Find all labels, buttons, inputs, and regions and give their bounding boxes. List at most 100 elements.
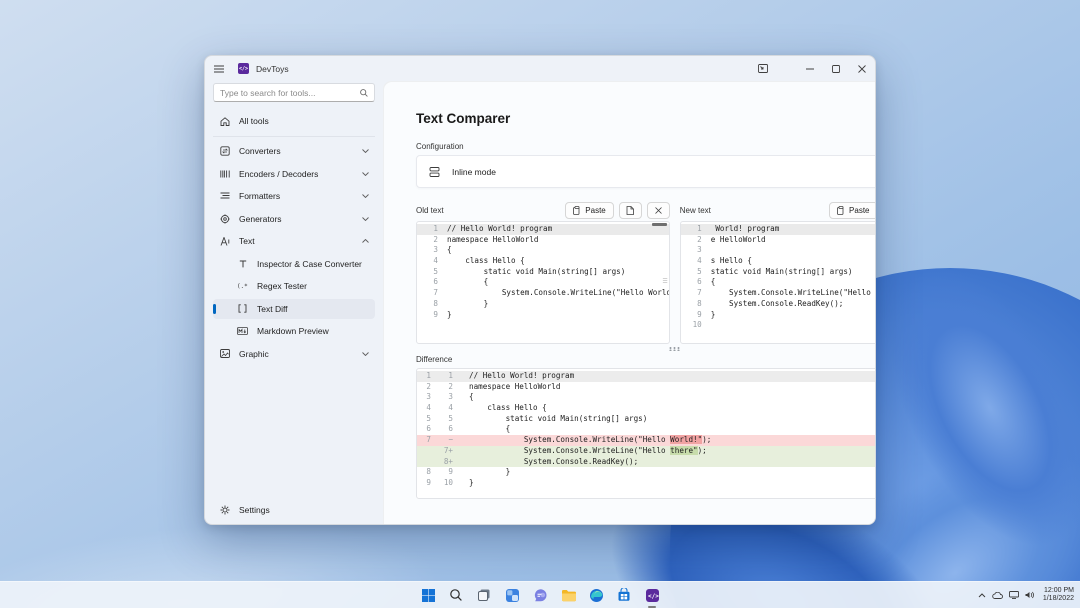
sidebar-item-text-diff[interactable]: Text Diff bbox=[213, 299, 375, 319]
old-line-number: 9 bbox=[417, 478, 437, 489]
old-clear-button[interactable] bbox=[647, 202, 670, 219]
chat-taskbar-icon[interactable] bbox=[529, 584, 551, 606]
sidebar-item-encoders-decoders[interactable]: Encoders / Decoders bbox=[213, 164, 375, 184]
taskbar-center-icons: </> bbox=[417, 582, 663, 608]
devtoys-window: </> DevToys bbox=[204, 55, 876, 525]
new-text-pane: New text Paste bbox=[680, 199, 876, 344]
diff-row-same: 910} bbox=[417, 478, 876, 489]
code-line: 1// Hello World! program bbox=[417, 224, 669, 235]
code-text: System.Console.ReadKey(); bbox=[711, 299, 844, 310]
chevron-up-icon[interactable] bbox=[978, 593, 986, 598]
chevron-down-icon bbox=[362, 194, 369, 198]
new-line-number: 10 bbox=[437, 478, 459, 489]
code-text: } bbox=[711, 310, 716, 321]
line-number: 2 bbox=[417, 235, 447, 246]
old-line-number: 1 bbox=[417, 371, 437, 382]
sidebar-item-label: All tools bbox=[239, 116, 269, 126]
code-line: 6 { bbox=[417, 277, 669, 288]
sidebar-item-inspector-case-converter[interactable]: Inspector & Case Converter bbox=[213, 254, 375, 274]
start-taskbar-icon[interactable] bbox=[417, 584, 439, 606]
sidebar-item-label: Settings bbox=[239, 505, 270, 515]
task-view-taskbar-icon[interactable] bbox=[473, 584, 495, 606]
old-load-file-button[interactable] bbox=[619, 202, 642, 219]
diff-row-same: 44 class Hello { bbox=[417, 403, 876, 414]
sidebar-item-regex-tester[interactable]: (.*)Regex Tester bbox=[213, 276, 375, 296]
new-line-number: 9 bbox=[437, 467, 459, 478]
edge-taskbar-icon[interactable] bbox=[585, 584, 607, 606]
old-text-editor[interactable]: 1// Hello World! program2namespace Hello… bbox=[416, 221, 670, 344]
sidebar-item-all-tools[interactable]: All tools bbox=[213, 111, 375, 131]
line-number: 3 bbox=[417, 245, 447, 256]
close-button[interactable] bbox=[849, 56, 875, 81]
diff-row-same: 22namespace HelloWorld bbox=[417, 382, 876, 393]
line-number: 4 bbox=[681, 256, 711, 267]
chevron-down-icon bbox=[362, 172, 369, 176]
code-line: 1 World! program bbox=[681, 224, 876, 235]
sidebar-item-generators[interactable]: Generators bbox=[213, 209, 375, 229]
diff-code-text: System.Console.ReadKey(); bbox=[459, 457, 638, 468]
taskbar-clock[interactable]: 12:00 PM 1/18/2022 bbox=[1040, 587, 1074, 604]
old-line-number: 5 bbox=[417, 414, 437, 425]
new-line-number: 2 bbox=[437, 382, 459, 393]
code-text: } bbox=[447, 310, 452, 321]
textdiff-icon bbox=[237, 304, 248, 313]
selection-indicator bbox=[213, 304, 216, 314]
new-line-number: 5 bbox=[437, 414, 459, 425]
devtoys-taskbar-icon[interactable]: </> bbox=[641, 584, 663, 606]
sidebar-item-graphic[interactable]: Graphic bbox=[213, 344, 375, 364]
search-taskbar-icon[interactable] bbox=[445, 584, 467, 606]
diff-row-same: 66 { bbox=[417, 424, 876, 435]
line-number: 8 bbox=[681, 299, 711, 310]
search-input[interactable] bbox=[220, 88, 356, 98]
line-number: 8 bbox=[417, 299, 447, 310]
diff-code-text: class Hello { bbox=[459, 403, 547, 414]
panel-splitter-handle[interactable] bbox=[416, 345, 876, 352]
line-number: 1 bbox=[681, 224, 711, 235]
graphic-icon bbox=[219, 349, 230, 358]
old-line-number: 6 bbox=[417, 424, 437, 435]
line-number: 5 bbox=[417, 267, 447, 278]
old-line-number bbox=[417, 457, 437, 468]
system-tray: 12:00 PM 1/18/2022 bbox=[978, 582, 1074, 608]
minimize-button[interactable] bbox=[797, 56, 823, 81]
formatters-icon bbox=[219, 192, 230, 200]
old-text-pane: Old text Paste bbox=[416, 199, 670, 344]
code-text: class Hello { bbox=[447, 256, 525, 267]
desktop: </> DevToys bbox=[0, 0, 1080, 608]
line-number: 9 bbox=[681, 310, 711, 321]
sidebar-item-text[interactable]: Text bbox=[213, 231, 375, 251]
network-icon[interactable] bbox=[1009, 591, 1019, 599]
scrollbar-thumb[interactable] bbox=[652, 223, 667, 226]
old-line-number: 4 bbox=[417, 403, 437, 414]
title-bar[interactable]: </> DevToys bbox=[205, 56, 875, 81]
hamburger-menu-icon[interactable] bbox=[214, 65, 230, 73]
sidebar-item-formatters[interactable]: Formatters bbox=[213, 186, 375, 206]
new-text-editor[interactable]: 1 World! program2e HelloWorld34s Hello {… bbox=[680, 221, 876, 344]
code-text: { bbox=[447, 245, 452, 256]
old-paste-button[interactable]: Paste bbox=[565, 202, 613, 219]
volume-icon[interactable] bbox=[1025, 591, 1034, 599]
new-paste-button[interactable]: Paste bbox=[829, 202, 876, 219]
chevron-up-icon bbox=[362, 239, 369, 243]
maximize-button[interactable] bbox=[823, 56, 849, 81]
sidebar-item-converters[interactable]: Converters bbox=[213, 141, 375, 161]
onedrive-cloud-icon[interactable] bbox=[992, 592, 1003, 599]
new-line-number: 4 bbox=[437, 403, 459, 414]
chevron-down-icon bbox=[362, 217, 369, 221]
new-line-number: 7+ bbox=[437, 446, 459, 457]
sidebar-item-markdown-preview[interactable]: Markdown Preview bbox=[213, 321, 375, 341]
widgets-taskbar-icon[interactable] bbox=[501, 584, 523, 606]
store-taskbar-icon[interactable] bbox=[613, 584, 635, 606]
line-number: 7 bbox=[417, 288, 447, 299]
compact-overlay-icon[interactable] bbox=[751, 56, 775, 81]
sidebar-item-label: Formatters bbox=[239, 191, 280, 201]
code-text: System.Console.WriteLine("Hello World!")… bbox=[447, 288, 670, 299]
file-explorer-taskbar-icon[interactable] bbox=[557, 584, 579, 606]
tool-search-box[interactable] bbox=[213, 83, 375, 102]
difference-editor[interactable]: 11// Hello World! program22namespace Hel… bbox=[416, 368, 876, 499]
sidebar-item-label: Graphic bbox=[239, 349, 269, 359]
sidebar-item-settings[interactable]: Settings bbox=[213, 500, 375, 520]
code-line: 2e HelloWorld bbox=[681, 235, 876, 246]
sidebar-item-label: Encoders / Decoders bbox=[239, 169, 318, 179]
devtoys-logo-icon: </> bbox=[238, 63, 249, 74]
